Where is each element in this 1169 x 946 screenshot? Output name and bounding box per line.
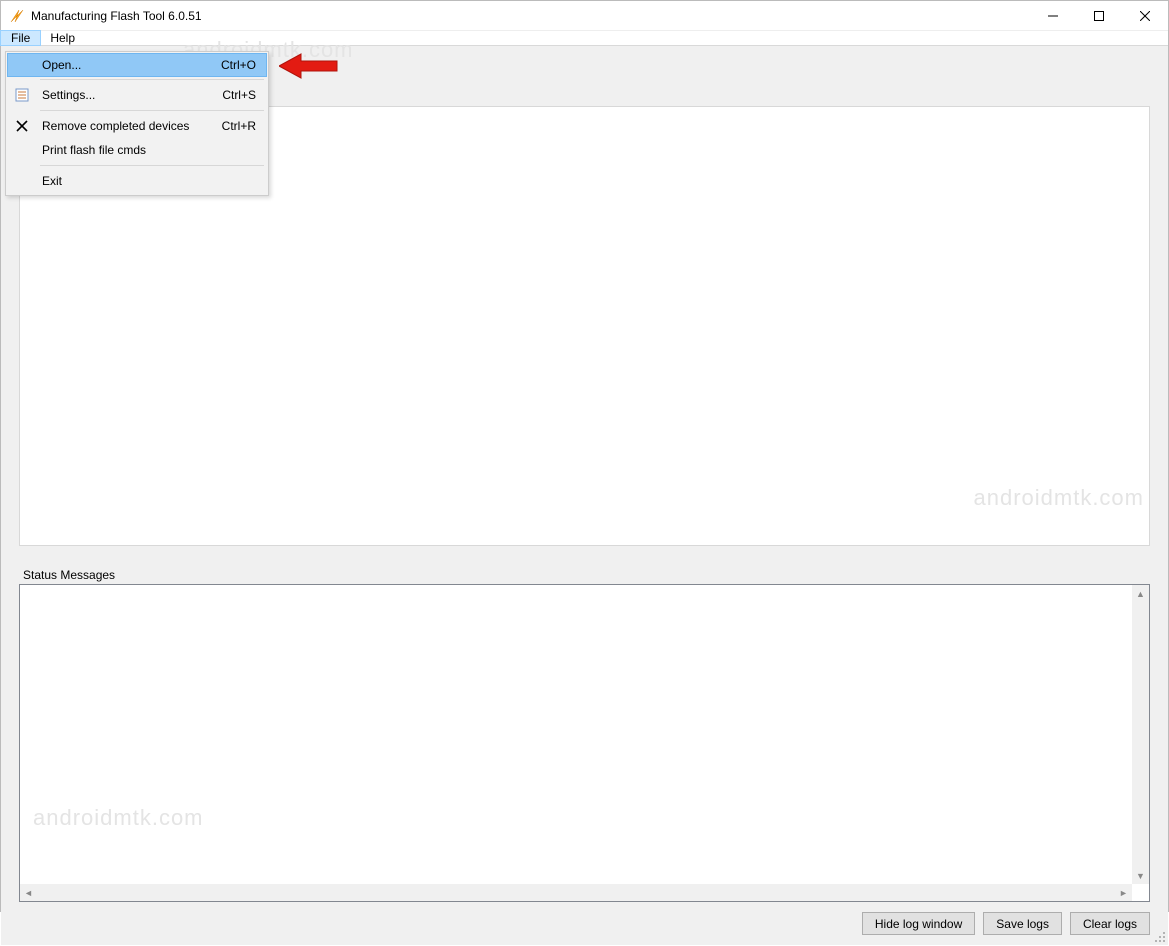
app-icon xyxy=(9,8,25,24)
vertical-scrollbar[interactable]: ▲ ▼ xyxy=(1132,585,1149,884)
menu-item-print-cmds[interactable]: Print flash file cmds xyxy=(8,138,266,162)
scroll-down-icon[interactable]: ▼ xyxy=(1132,867,1149,884)
menu-item-remove-label: Remove completed devices xyxy=(42,119,222,133)
menu-separator xyxy=(40,79,264,80)
status-messages-label: Status Messages xyxy=(23,568,1158,582)
annotation-arrow-icon xyxy=(279,52,339,83)
file-dropdown-menu: Open... Ctrl+O Settings... Ctrl+S xyxy=(5,51,269,196)
horizontal-scrollbar[interactable]: ◄ ► xyxy=(20,884,1132,901)
menu-item-remove-completed[interactable]: Remove completed devices Ctrl+R xyxy=(8,114,266,138)
scroll-up-icon[interactable]: ▲ xyxy=(1132,585,1149,602)
menu-separator xyxy=(40,110,264,111)
menu-item-exit-label: Exit xyxy=(42,174,256,188)
hide-log-window-button[interactable]: Hide log window xyxy=(862,912,975,935)
close-button[interactable] xyxy=(1122,1,1168,30)
close-icon xyxy=(14,118,30,134)
maximize-button[interactable] xyxy=(1076,1,1122,30)
menu-item-open-shortcut: Ctrl+O xyxy=(221,58,256,72)
save-logs-button[interactable]: Save logs xyxy=(983,912,1062,935)
status-messages-panel: ▲ ▼ ◄ ► xyxy=(19,584,1150,902)
menu-item-settings-shortcut: Ctrl+S xyxy=(222,88,256,102)
scroll-right-icon[interactable]: ► xyxy=(1115,884,1132,901)
menu-file[interactable]: File xyxy=(0,30,41,46)
menu-help[interactable]: Help xyxy=(40,31,85,45)
scroll-left-icon[interactable]: ◄ xyxy=(20,884,37,901)
menu-item-remove-shortcut: Ctrl+R xyxy=(222,119,256,133)
menu-item-open[interactable]: Open... Ctrl+O xyxy=(7,53,267,77)
settings-icon xyxy=(14,87,30,103)
menu-item-settings[interactable]: Settings... Ctrl+S xyxy=(8,83,266,107)
clear-logs-button[interactable]: Clear logs xyxy=(1070,912,1150,935)
minimize-button[interactable] xyxy=(1030,1,1076,30)
app-window: Manufacturing Flash Tool 6.0.51 File Hel… xyxy=(0,0,1169,912)
titlebar: Manufacturing Flash Tool 6.0.51 xyxy=(1,1,1168,31)
bottom-button-row: Hide log window Save logs Clear logs xyxy=(11,912,1150,935)
menu-item-print-label: Print flash file cmds xyxy=(42,143,256,157)
window-title: Manufacturing Flash Tool 6.0.51 xyxy=(31,9,202,23)
titlebar-left: Manufacturing Flash Tool 6.0.51 xyxy=(1,8,202,24)
menu-item-exit[interactable]: Exit xyxy=(8,169,266,193)
window-controls xyxy=(1030,1,1168,30)
menu-item-settings-label: Settings... xyxy=(42,88,222,102)
resize-grip[interactable] xyxy=(1152,929,1166,943)
menubar: File Help xyxy=(1,31,1168,46)
menu-item-open-label: Open... xyxy=(42,58,221,72)
menu-separator xyxy=(40,165,264,166)
